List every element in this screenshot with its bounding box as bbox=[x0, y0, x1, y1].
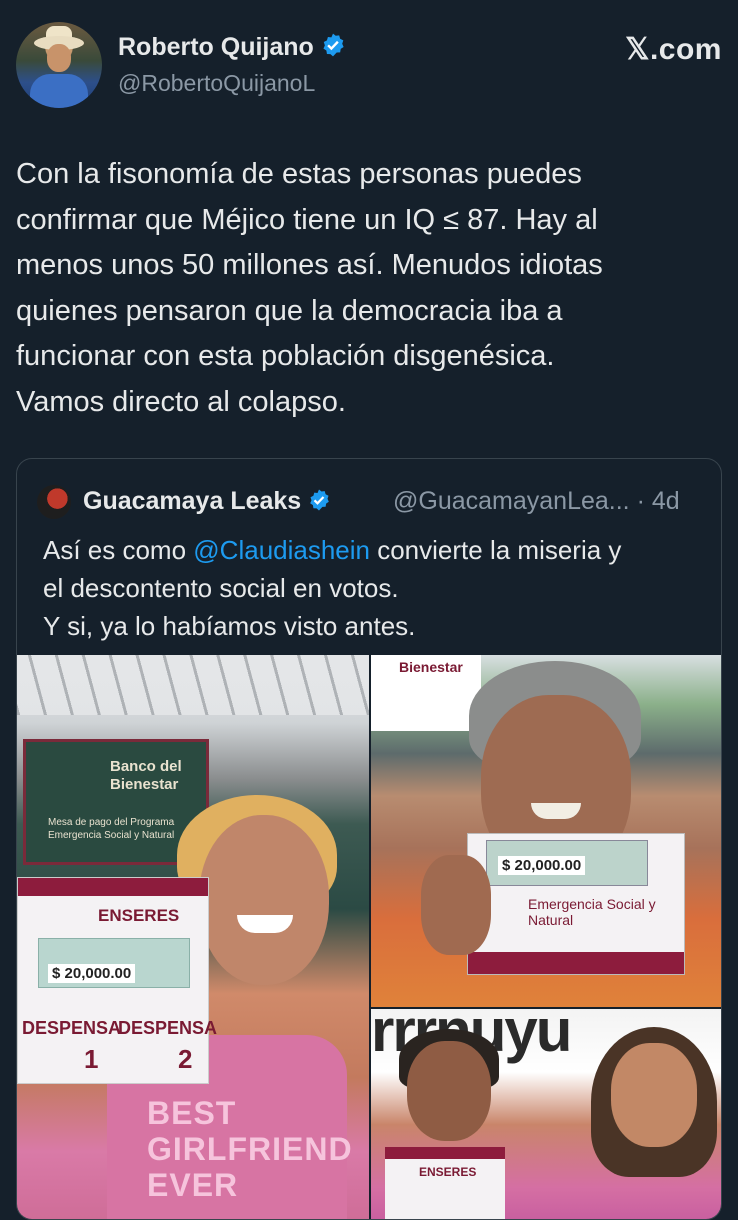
x-logo: 𝕏.com bbox=[625, 33, 722, 66]
shirt-text: BEST GIRLFRIEND EVER bbox=[147, 1095, 353, 1203]
voucher-card: $ 20,000.00 Emergencia Social y Natural bbox=[467, 833, 685, 975]
tweet-line: funcionar con esta población disgenésica… bbox=[16, 340, 555, 372]
verified-badge-icon bbox=[323, 33, 344, 57]
quoted-avatar[interactable] bbox=[37, 485, 71, 519]
tweet-line: confirmar que Méjico tiene un IQ ≤ 87. H… bbox=[16, 203, 598, 236]
voucher-title: ENSERES bbox=[419, 1165, 477, 1179]
quoted-name-text[interactable]: Guacamaya Leaks bbox=[83, 487, 301, 515]
bienestar-banner: Bienestar bbox=[371, 655, 481, 731]
voucher-label-b: DESPENSA bbox=[118, 1018, 218, 1038]
author-display-name[interactable]: Roberto Quijano bbox=[118, 32, 346, 62]
voucher-card: ENSERES $ 20,000.00 DESPENSA DESPENSA 1 … bbox=[17, 877, 217, 1084]
author-avatar[interactable] bbox=[16, 22, 102, 108]
quoted-line-2: el descontento social en votos. bbox=[43, 573, 399, 603]
voucher-num-a: 1 bbox=[84, 1044, 99, 1074]
media-photo-3[interactable]: rrrnuyu ENSERES bbox=[371, 1009, 721, 1219]
tweet-header: Roberto Quijano @RobertoQuijanoL 𝕏.com bbox=[16, 18, 722, 108]
tweet-line: menos unos 50 millones así. Menudos idio… bbox=[16, 249, 603, 281]
tweet-line: Con la fisonomía de estas personas puede… bbox=[16, 158, 582, 190]
quoted-handle-time[interactable]: @GuacamayanLea... · 4d bbox=[393, 487, 680, 516]
author-handle[interactable]: @RobertoQuijanoL bbox=[118, 70, 315, 97]
quoted-text: Así es como @Claudiashein convierte la m… bbox=[43, 531, 713, 645]
voucher-text: Emergencia Social y Natural bbox=[528, 896, 656, 928]
quoted-text-pre: Así es como bbox=[43, 535, 194, 565]
media-photo-2[interactable]: Bienestar $ 20,000.00 Emergencia Social … bbox=[371, 655, 721, 1007]
quoted-line-3: Y si, ya lo habíamos visto antes. bbox=[43, 611, 416, 641]
author-name-text[interactable]: Roberto Quijano bbox=[118, 33, 314, 61]
tweet-text: Con la fisonomía de estas personas puede… bbox=[16, 152, 716, 425]
mention-link[interactable]: @Claudiashein bbox=[193, 535, 370, 565]
voucher-title: ENSERES bbox=[98, 906, 180, 925]
tweet-line: Vamos directo al colapso. bbox=[16, 385, 346, 418]
voucher-amount: $ 20,000.00 bbox=[48, 964, 136, 983]
voucher-card: ENSERES bbox=[385, 1147, 505, 1219]
quoted-tweet[interactable]: Guacamaya Leaks @GuacamayanLea... · 4d A… bbox=[16, 458, 722, 1220]
bienestar-banner-title: Bienestar bbox=[399, 659, 463, 675]
media-photo-1[interactable]: Banco del Bienestar Mesa de pago del Pro… bbox=[17, 655, 369, 1219]
quoted-line-1: Así es como @Claudiashein convierte la m… bbox=[43, 531, 713, 569]
verified-badge-icon bbox=[310, 489, 330, 511]
quoted-text-post: convierte la miseria y bbox=[370, 535, 622, 565]
bank-banner-title: Banco del Bienestar bbox=[110, 758, 182, 793]
voucher-amount: $ 20,000.00 bbox=[498, 856, 586, 875]
media-grid: Banco del Bienestar Mesa de pago del Pro… bbox=[17, 655, 721, 1219]
quoted-header: Guacamaya Leaks @GuacamayanLea... · 4d bbox=[37, 485, 717, 519]
voucher-num-b: 2 bbox=[178, 1044, 193, 1074]
tweet-line: quienes pensaron que la democracia iba a bbox=[16, 294, 563, 327]
voucher-label-a: DESPENSA bbox=[22, 1018, 122, 1038]
quoted-display-name[interactable]: Guacamaya Leaks bbox=[83, 487, 331, 516]
